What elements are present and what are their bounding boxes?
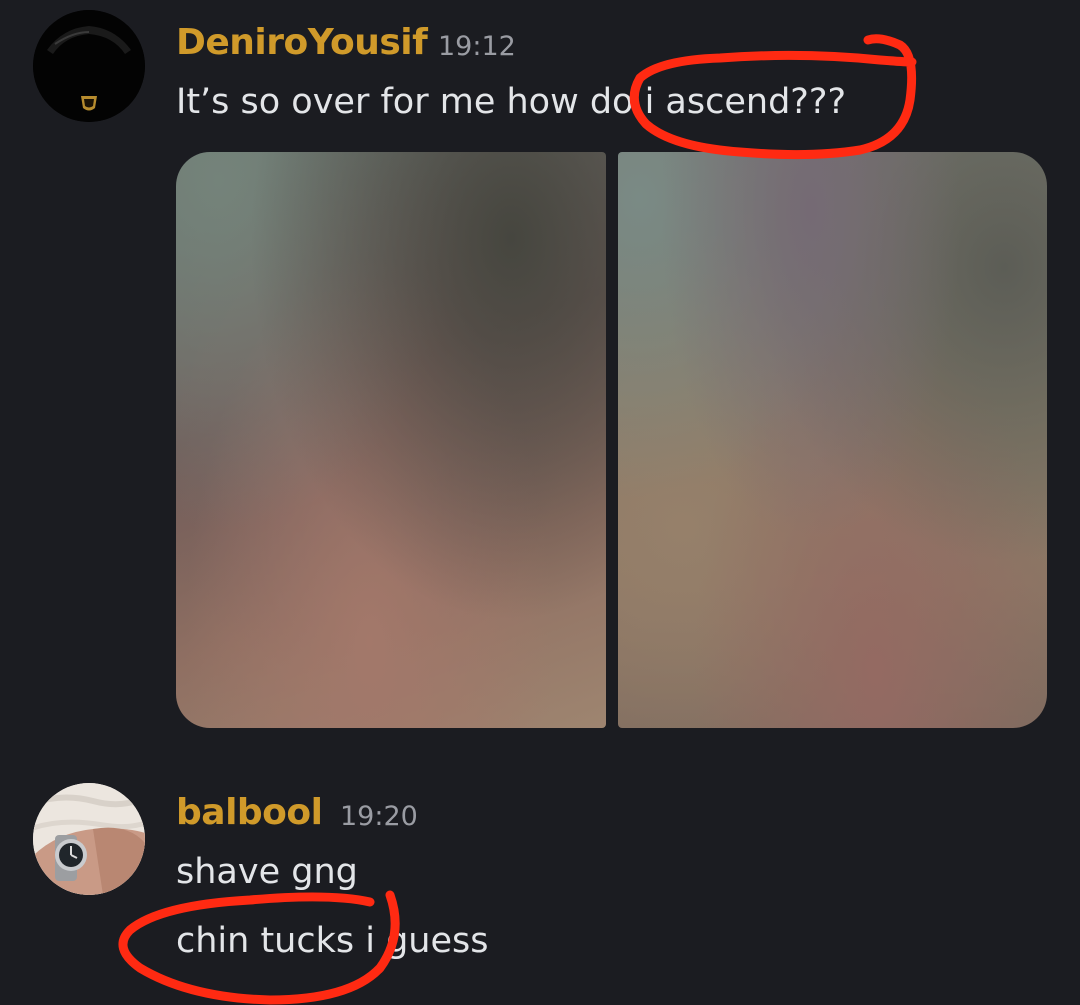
wristwatch-avatar-icon [33,783,145,895]
image-attachment[interactable] [618,152,1047,728]
message-author[interactable]: balbool [176,792,323,833]
message-text: It’s so over for me how do i ascend??? [176,82,847,122]
chat-log: DeniroYousif 19:12 It’s so over for me h… [0,0,1080,1005]
message-timestamp: 19:12 [438,31,516,62]
message-text: chin tucks i guess [176,921,489,961]
message-author[interactable]: DeniroYousif [176,22,428,63]
avatar-deniroyousif[interactable] [33,10,145,122]
message-timestamp: 19:20 [340,801,418,832]
avatar-balbool[interactable] [33,783,145,895]
image-attachment[interactable] [176,152,606,728]
lamborghini-avatar-icon [33,10,145,122]
message-text: shave gng [176,852,358,892]
